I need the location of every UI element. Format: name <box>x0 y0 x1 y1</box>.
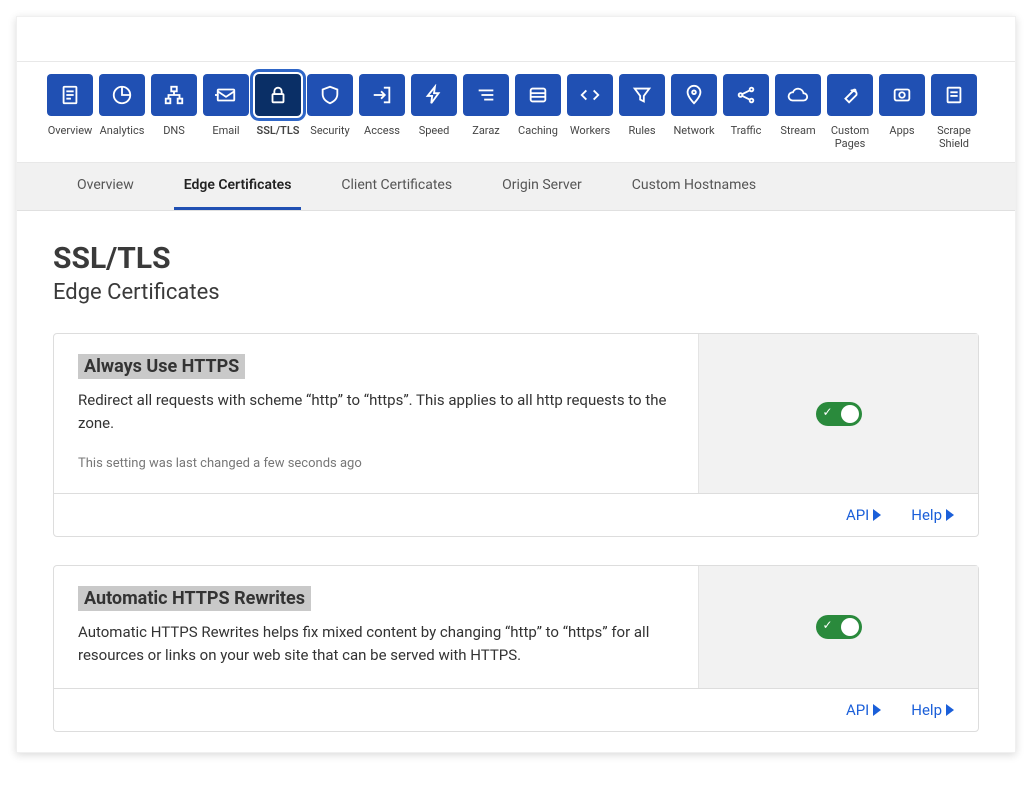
card-side <box>698 566 978 688</box>
topnav-label: Analytics <box>100 124 145 137</box>
topnav-item-workers[interactable]: Workers <box>567 74 613 162</box>
tree-icon <box>151 74 197 116</box>
topnav-item-ssltls[interactable]: SSL/TLS <box>255 74 301 162</box>
share-icon <box>723 74 769 116</box>
topnav-label: Apps <box>889 124 914 137</box>
funnel-icon <box>619 74 665 116</box>
subnav-item-custom-hostnames[interactable]: Custom Hostnames <box>622 163 766 210</box>
pie-chart-icon <box>99 74 145 116</box>
card-always-use-https: Always Use HTTPS Redirect all requests w… <box>53 333 979 537</box>
topnav-item-security[interactable]: Security <box>307 74 353 162</box>
topnav-item-stream[interactable]: Stream <box>775 74 821 162</box>
help-link-label: Help <box>911 701 942 719</box>
card-body: Automatic HTTPS Rewrites Automatic HTTPS… <box>54 566 978 688</box>
help-link[interactable]: Help <box>911 506 954 524</box>
help-link-label: Help <box>911 506 942 524</box>
card-automatic-https-rewrites: Automatic HTTPS Rewrites Automatic HTTPS… <box>53 565 979 732</box>
toggle-automatic-https-rewrites[interactable] <box>816 615 862 639</box>
document-icon <box>47 74 93 116</box>
shield-icon <box>307 74 353 116</box>
bars-icon <box>463 74 509 116</box>
card-desc: Redirect all requests with scheme “http”… <box>78 389 674 434</box>
topnav-label: Network <box>673 124 714 137</box>
topnav-label: Custom Pages <box>827 124 873 150</box>
content: SSL/TLS Edge Certificates Always Use HTT… <box>17 211 1015 752</box>
topnav-label: SSL/TLS <box>257 124 300 137</box>
card-desc: Automatic HTTPS Rewrites helps fix mixed… <box>78 621 674 666</box>
bolt-icon <box>411 74 457 116</box>
topnav-label: Security <box>310 124 349 137</box>
topnav-label: Rules <box>628 124 655 137</box>
topnav-label: Scrape Shield <box>931 124 977 150</box>
topnav-item-caching[interactable]: Caching <box>515 74 561 162</box>
wrench-icon <box>827 74 873 116</box>
card-body: Always Use HTTPS Redirect all requests w… <box>54 334 978 493</box>
page-title: SSL/TLS <box>53 241 979 276</box>
topnav-label: Traffic <box>731 124 762 137</box>
card-main: Always Use HTTPS Redirect all requests w… <box>54 334 698 493</box>
topnav-item-apps[interactable]: Apps <box>879 74 925 162</box>
cloud-icon <box>775 74 821 116</box>
topnav-label: Caching <box>518 124 558 137</box>
topnav-item-speed[interactable]: Speed <box>411 74 457 162</box>
toggle-always-use-https[interactable] <box>816 402 862 426</box>
chevron-right-icon <box>946 509 954 521</box>
topnav-label: Access <box>364 124 400 137</box>
topnav-item-access[interactable]: Access <box>359 74 405 162</box>
header-spacer <box>17 17 1015 61</box>
topnav-item-analytics[interactable]: Analytics <box>99 74 145 162</box>
subnav: Overview Edge Certificates Client Certif… <box>17 163 1015 211</box>
card-footer: API Help <box>54 493 978 536</box>
subnav-item-edge-certificates[interactable]: Edge Certificates <box>174 163 302 210</box>
topnav-item-overview[interactable]: Overview <box>47 74 93 162</box>
page-subtitle: Edge Certificates <box>53 280 979 305</box>
code-icon <box>567 74 613 116</box>
topnav-label: Zaraz <box>472 124 500 137</box>
mail-icon <box>203 74 249 116</box>
api-link-label: API <box>846 701 869 719</box>
chevron-right-icon <box>873 509 881 521</box>
topnav-label: DNS <box>163 124 185 137</box>
chevron-right-icon <box>946 704 954 716</box>
login-icon <box>359 74 405 116</box>
card-footer: API Help <box>54 688 978 731</box>
pin-icon <box>671 74 717 116</box>
topnav-item-scrape-shield[interactable]: Scrape Shield <box>931 74 977 162</box>
topnav-item-rules[interactable]: Rules <box>619 74 665 162</box>
subnav-item-origin-server[interactable]: Origin Server <box>492 163 592 210</box>
topnav-item-dns[interactable]: DNS <box>151 74 197 162</box>
topnav-item-network[interactable]: Network <box>671 74 717 162</box>
topnav-item-custom-pages[interactable]: Custom Pages <box>827 74 873 162</box>
card-heading: Always Use HTTPS <box>78 354 245 379</box>
chevron-right-icon <box>873 704 881 716</box>
topnav-item-traffic[interactable]: Traffic <box>723 74 769 162</box>
subnav-item-client-certificates[interactable]: Client Certificates <box>331 163 462 210</box>
help-link[interactable]: Help <box>911 701 954 719</box>
topnav-label: Email <box>212 124 239 137</box>
page-container: Overview Analytics DNS Email <box>16 16 1016 753</box>
api-link[interactable]: API <box>846 506 881 524</box>
card-meta: This setting was last changed a few seco… <box>78 456 674 471</box>
topnav-label: Workers <box>570 124 610 137</box>
card-heading: Automatic HTTPS Rewrites <box>78 586 311 611</box>
card-side <box>698 334 978 493</box>
subnav-item-overview[interactable]: Overview <box>67 163 144 210</box>
topnav-label: Overview <box>48 124 93 137</box>
camera-icon <box>879 74 925 116</box>
api-link[interactable]: API <box>846 701 881 719</box>
topnav-label: Stream <box>780 124 815 137</box>
api-link-label: API <box>846 506 869 524</box>
topnav-label: Speed <box>419 124 450 137</box>
lines-icon <box>931 74 977 116</box>
stack-icon <box>515 74 561 116</box>
topnav-item-email[interactable]: Email <box>203 74 249 162</box>
lock-icon <box>255 74 301 116</box>
topnav-item-zaraz[interactable]: Zaraz <box>463 74 509 162</box>
card-main: Automatic HTTPS Rewrites Automatic HTTPS… <box>54 566 698 688</box>
topnav: Overview Analytics DNS Email <box>17 61 1015 163</box>
